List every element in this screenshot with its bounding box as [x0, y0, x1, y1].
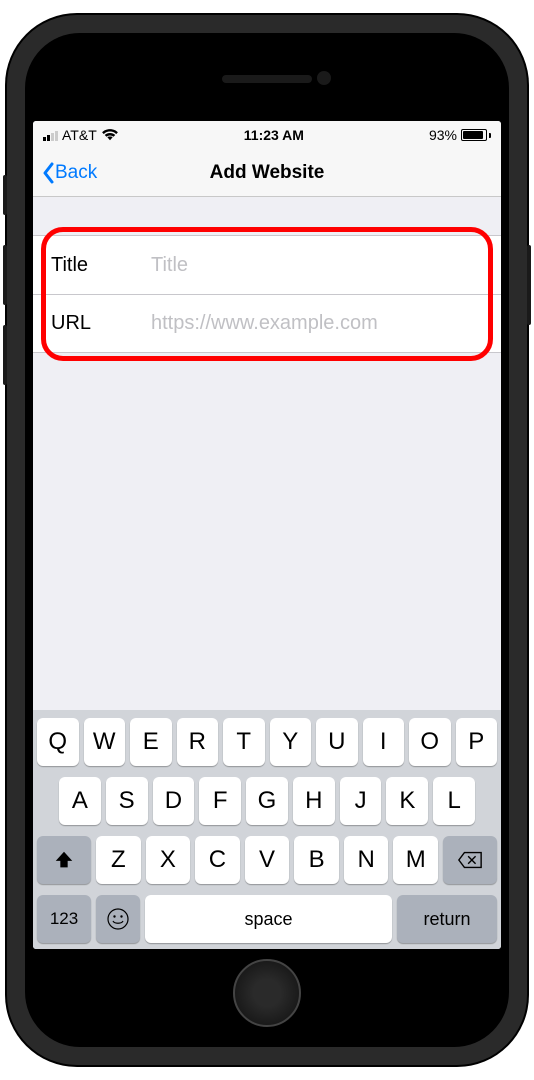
shift-icon — [53, 849, 75, 871]
status-bar: AT&T 11:23 AM 93% — [33, 121, 501, 149]
website-form: Title URL — [33, 235, 501, 353]
keyboard: QWERTYUIOP ASDFGHJKL ZXCVBNM 123 — [33, 710, 501, 949]
phone-frame: AT&T 11:23 AM 93% — [7, 15, 527, 1065]
key-i[interactable]: I — [363, 718, 405, 766]
key-h[interactable]: H — [293, 777, 335, 825]
wifi-icon — [101, 128, 119, 142]
key-a[interactable]: A — [59, 777, 101, 825]
key-p[interactable]: P — [456, 718, 498, 766]
shift-key[interactable] — [37, 836, 91, 884]
nav-bar: Back Add Website — [33, 149, 501, 197]
title-row: Title — [33, 236, 501, 294]
content-area: Title URL — [33, 197, 501, 710]
key-d[interactable]: D — [153, 777, 195, 825]
carrier-label: AT&T — [62, 127, 97, 143]
key-f[interactable]: F — [199, 777, 241, 825]
power-button — [527, 245, 531, 325]
backspace-key[interactable] — [443, 836, 497, 884]
volume-down — [3, 325, 7, 385]
url-input[interactable] — [151, 312, 483, 335]
key-x[interactable]: X — [146, 836, 191, 884]
clock: 11:23 AM — [244, 127, 304, 143]
key-k[interactable]: K — [386, 777, 428, 825]
backspace-icon — [457, 850, 483, 870]
numbers-key[interactable]: 123 — [37, 895, 91, 943]
chevron-left-icon — [41, 162, 55, 184]
emoji-key[interactable] — [96, 895, 140, 943]
key-c[interactable]: C — [195, 836, 240, 884]
key-z[interactable]: Z — [96, 836, 141, 884]
key-u[interactable]: U — [316, 718, 358, 766]
key-w[interactable]: W — [84, 718, 126, 766]
key-y[interactable]: Y — [270, 718, 312, 766]
emoji-icon — [106, 907, 130, 931]
title-label: Title — [51, 254, 151, 277]
key-s[interactable]: S — [106, 777, 148, 825]
title-input[interactable] — [151, 254, 483, 277]
key-n[interactable]: N — [344, 836, 389, 884]
key-v[interactable]: V — [245, 836, 290, 884]
back-label: Back — [55, 162, 97, 184]
key-m[interactable]: M — [393, 836, 438, 884]
url-row: URL — [33, 294, 501, 352]
key-r[interactable]: R — [177, 718, 219, 766]
battery-icon — [461, 129, 491, 141]
front-camera — [317, 71, 331, 85]
mute-switch — [3, 175, 7, 215]
key-e[interactable]: E — [130, 718, 172, 766]
battery-pct: 93% — [429, 127, 457, 143]
screen: AT&T 11:23 AM 93% — [33, 121, 501, 949]
key-q[interactable]: Q — [37, 718, 79, 766]
key-g[interactable]: G — [246, 777, 288, 825]
url-label: URL — [51, 312, 151, 335]
key-o[interactable]: O — [409, 718, 451, 766]
home-button[interactable] — [233, 959, 301, 1027]
space-key[interactable]: space — [145, 895, 392, 943]
speaker-grille — [222, 75, 312, 83]
return-key[interactable]: return — [397, 895, 497, 943]
key-t[interactable]: T — [223, 718, 265, 766]
key-j[interactable]: J — [340, 777, 382, 825]
key-l[interactable]: L — [433, 777, 475, 825]
key-b[interactable]: B — [294, 836, 339, 884]
signal-icon — [43, 129, 58, 141]
page-title: Add Website — [210, 162, 325, 184]
back-button[interactable]: Back — [41, 162, 97, 184]
volume-up — [3, 245, 7, 305]
